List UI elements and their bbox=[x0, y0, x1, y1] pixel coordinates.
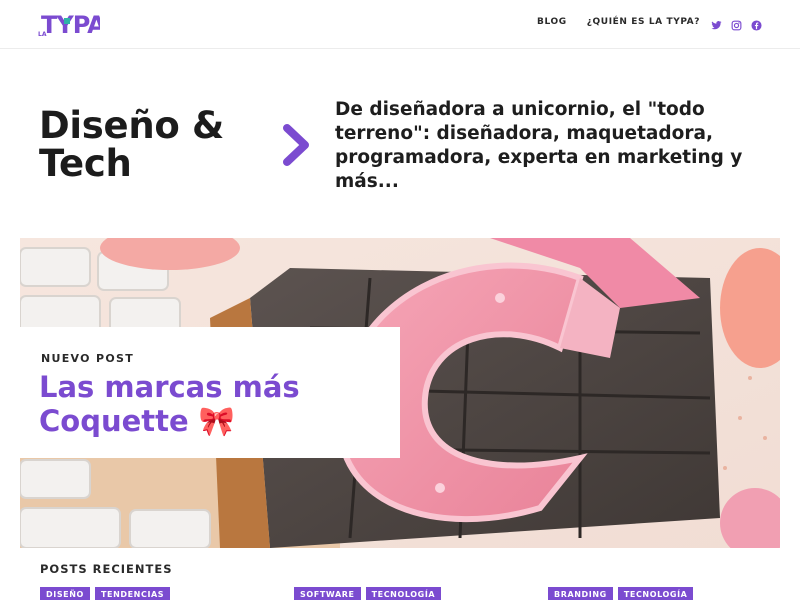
svg-text:TYPA: TYPA bbox=[41, 11, 100, 39]
section-description: De diseñadora a unicornio, el "todo terr… bbox=[335, 99, 743, 192]
tag-tecnologia[interactable]: TECNOLOGÍA bbox=[617, 587, 694, 600]
section-title: Diseño & Tech bbox=[39, 107, 224, 183]
recent-posts-heading: POSTS RECIENTES bbox=[40, 562, 173, 576]
nav-quien-es-la-typa[interactable]: ¿QUIÉN ES LA TYPA? bbox=[587, 17, 700, 27]
tag-tendencias[interactable]: TENDENCIAS bbox=[94, 587, 171, 600]
featured-post-kicker: NUEVO POST bbox=[41, 352, 134, 365]
nav-blog[interactable]: BLOG bbox=[537, 17, 567, 27]
tag-diseno[interactable]: DISEÑO bbox=[40, 587, 90, 600]
section-title-line-2: Tech bbox=[39, 142, 132, 185]
tag-software[interactable]: SOFTWARE bbox=[294, 587, 361, 600]
section-title-line-1: Diseño & bbox=[39, 104, 225, 147]
chevron-right-icon bbox=[283, 124, 309, 166]
tag-branding[interactable]: BRANDING bbox=[548, 587, 613, 600]
main-nav: BLOG ¿QUIÉN ES LA TYPA? bbox=[537, 17, 700, 27]
featured-post-card[interactable]: NUEVO POST Las marcas más Coquette 🎀 bbox=[20, 327, 400, 458]
tag-tecnologia[interactable]: TECNOLOGÍA bbox=[365, 587, 442, 600]
post-tags-2: SOFTWARE TECNOLOGÍA bbox=[294, 587, 442, 600]
site-header: LA TYPA BLOG ¿QUIÉN ES LA TYPA? bbox=[0, 0, 800, 49]
social-links bbox=[711, 16, 762, 31]
featured-post-title[interactable]: Las marcas más Coquette 🎀 bbox=[39, 370, 389, 438]
post-tags-1: DISEÑO TENDENCIAS bbox=[40, 587, 171, 600]
instagram-icon[interactable] bbox=[731, 16, 742, 31]
twitter-icon[interactable] bbox=[711, 16, 722, 30]
typa-logo[interactable]: LA TYPA bbox=[38, 11, 100, 39]
facebook-icon[interactable] bbox=[751, 16, 762, 31]
post-tags-3: BRANDING TECNOLOGÍA bbox=[548, 587, 694, 600]
